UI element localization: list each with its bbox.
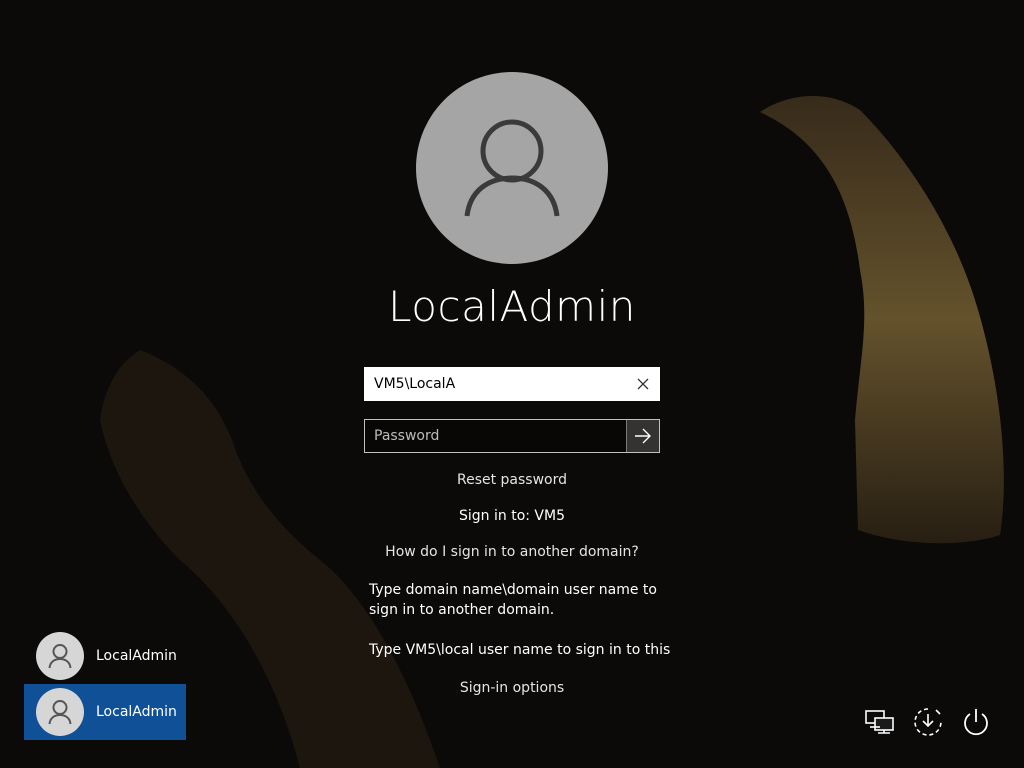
user-icon bbox=[48, 700, 72, 725]
network-icon bbox=[865, 710, 894, 734]
close-icon bbox=[637, 378, 649, 390]
account-name: LocalAdmin bbox=[388, 282, 636, 331]
network-button[interactable] bbox=[862, 704, 898, 740]
username-field[interactable] bbox=[364, 367, 660, 401]
user-avatar bbox=[416, 72, 608, 264]
ease-of-access-button[interactable] bbox=[910, 704, 946, 740]
user-tile-selected[interactable]: LocalAdmin bbox=[24, 684, 186, 740]
user-avatar bbox=[36, 632, 84, 680]
user-avatar bbox=[36, 688, 84, 736]
password-input[interactable] bbox=[365, 420, 628, 452]
power-icon bbox=[964, 709, 988, 736]
arrow-right-icon bbox=[635, 428, 651, 444]
sign-in-to-label: Sign in to: VM5 bbox=[459, 508, 565, 524]
user-icon bbox=[48, 644, 72, 669]
password-field[interactable] bbox=[364, 419, 660, 453]
domain-help-text: Type domain name\domain user name to sig… bbox=[369, 582, 657, 618]
user-tile-label: LocalAdmin bbox=[96, 704, 177, 720]
user-tile[interactable]: LocalAdmin bbox=[24, 628, 186, 684]
submit-button[interactable] bbox=[626, 420, 659, 452]
user-tile-label: LocalAdmin bbox=[96, 648, 177, 664]
username-input[interactable] bbox=[365, 368, 634, 400]
reset-password-link[interactable]: Reset password bbox=[0, 472, 1024, 488]
user-icon bbox=[464, 119, 560, 217]
clear-button[interactable] bbox=[627, 368, 659, 400]
ease-of-access-icon bbox=[914, 708, 942, 736]
power-button[interactable] bbox=[958, 704, 994, 740]
local-help-text: Type VM5\local user name to sign in to t… bbox=[369, 642, 671, 658]
other-domain-link[interactable]: How do I sign in to another domain? bbox=[0, 544, 1024, 560]
